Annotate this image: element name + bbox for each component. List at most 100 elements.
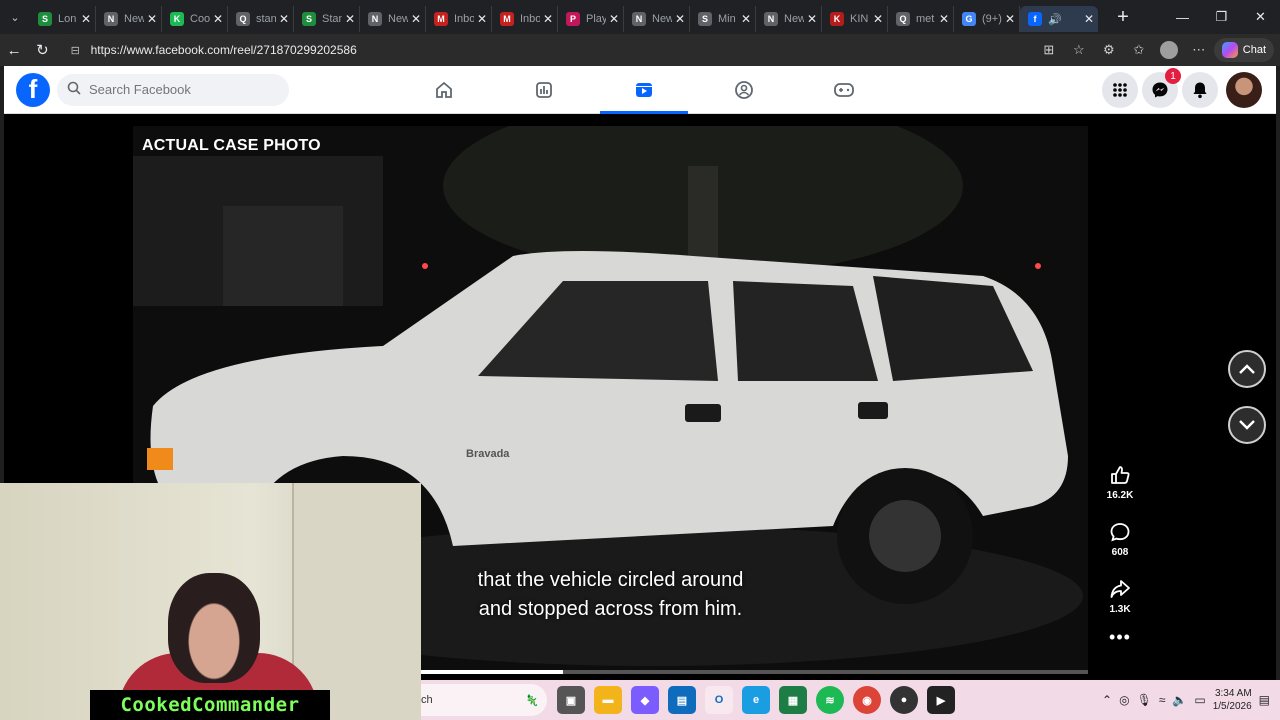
- close-tab-icon[interactable]: ✕: [477, 12, 487, 26]
- browser-tab[interactable]: N New ✕: [360, 6, 426, 32]
- nav-dashboard[interactable]: [494, 66, 594, 114]
- share-action[interactable]: 1.3K: [1107, 576, 1133, 615]
- copilot-chat-button[interactable]: Chat: [1213, 38, 1275, 62]
- favorites-icon[interactable]: ✩: [1124, 35, 1154, 65]
- taskbar-search[interactable]: ch 🦎: [421, 684, 547, 716]
- back-button[interactable]: ←: [0, 35, 28, 65]
- favorite-star-icon[interactable]: ☆: [1064, 35, 1094, 65]
- comment-icon: [1107, 519, 1133, 545]
- close-tab-icon[interactable]: ✕: [1005, 12, 1015, 26]
- volume-icon[interactable]: 🔈: [1172, 693, 1187, 707]
- profile-icon[interactable]: [1154, 35, 1184, 65]
- more-options-icon[interactable]: •••: [1109, 627, 1131, 648]
- minimize-button[interactable]: —: [1163, 0, 1202, 34]
- microphone-icon[interactable]: 🎙: [1137, 693, 1152, 707]
- copilot-app-icon[interactable]: ◆: [631, 686, 659, 714]
- tab-title: Inbo: [454, 13, 474, 25]
- tab-favicon-icon: N: [104, 12, 118, 26]
- store-icon[interactable]: ▤: [668, 686, 696, 714]
- close-tab-icon[interactable]: ✕: [279, 12, 289, 26]
- comment-action[interactable]: 608: [1107, 519, 1133, 558]
- copilot-logo-icon: [1221, 42, 1238, 58]
- media-player-icon[interactable]: ▶: [927, 686, 955, 714]
- tab-favicon-icon: S: [698, 12, 712, 26]
- close-tab-icon[interactable]: ✕: [543, 12, 553, 26]
- next-reel-button[interactable]: [1228, 406, 1266, 444]
- account-avatar[interactable]: [1226, 72, 1262, 108]
- restore-button[interactable]: ❐: [1202, 0, 1241, 34]
- chevron-down-icon: [1239, 420, 1255, 430]
- extensions-icon[interactable]: ⚙: [1094, 35, 1124, 65]
- browser-tab[interactable]: S Min ✕: [690, 6, 756, 32]
- browser-tab[interactable]: N New ✕: [624, 6, 690, 32]
- browser-tab[interactable]: G (9+) ✕: [954, 6, 1020, 32]
- tab-favicon-icon: N: [368, 12, 382, 26]
- browser-tab[interactable]: N New ✕: [756, 6, 822, 32]
- browser-tab[interactable]: K Coo ✕: [162, 6, 228, 32]
- close-tab-icon[interactable]: ✕: [939, 12, 949, 26]
- tab-favicon-icon: K: [170, 12, 184, 26]
- new-tab-button[interactable]: +: [1108, 6, 1138, 29]
- browser-tab[interactable]: Qmet ✕: [888, 6, 954, 32]
- close-tab-icon[interactable]: ✕: [213, 12, 223, 26]
- outlook-icon[interactable]: O: [705, 686, 733, 714]
- tab-active-facebook[interactable]: f 🔊 ✕: [1020, 6, 1098, 32]
- tab-title: KIN: [850, 13, 869, 25]
- browser-tab[interactable]: P Play ✕: [558, 6, 624, 32]
- messenger-button[interactable]: 1: [1142, 68, 1181, 108]
- reload-button[interactable]: ↻: [28, 35, 56, 65]
- url-omnibox[interactable]: ⊟ https://www.facebook.com/reel/27187029…: [62, 37, 1034, 63]
- tray-app-icon[interactable]: ◎: [1119, 693, 1129, 707]
- browser-tab[interactable]: Qstan ✕: [228, 6, 294, 32]
- notifications-button[interactable]: [1182, 72, 1218, 108]
- spotify-icon[interactable]: ≋: [816, 686, 844, 714]
- close-tab-icon[interactable]: ✕: [741, 12, 751, 26]
- taskbar-search-text[interactable]: ch: [421, 694, 433, 706]
- tab-search-menu-icon[interactable]: ⌄: [0, 0, 30, 34]
- close-tab-icon[interactable]: ✕: [81, 12, 91, 26]
- chrome-icon[interactable]: ◉: [853, 686, 881, 714]
- obs-icon[interactable]: ●: [890, 686, 918, 714]
- close-tab-icon[interactable]: ✕: [147, 12, 157, 26]
- tab-favicon-icon: Q: [896, 12, 910, 26]
- browser-tab[interactable]: M Inbo ✕: [492, 6, 558, 32]
- settings-more-icon[interactable]: ⋯: [1184, 35, 1214, 65]
- close-tab-icon[interactable]: ✕: [675, 12, 685, 26]
- nav-gaming[interactable]: [794, 66, 894, 114]
- file-explorer-icon[interactable]: ▬: [594, 686, 622, 714]
- like-action[interactable]: 16.2K: [1107, 462, 1133, 501]
- facebook-search[interactable]: [57, 73, 289, 106]
- vehicle-badge-text: Bravada: [466, 448, 510, 460]
- speaker-icon[interactable]: 🔊: [1048, 13, 1081, 26]
- app-available-icon[interactable]: ⊞: [1034, 35, 1064, 65]
- battery-icon[interactable]: ▭: [1194, 693, 1205, 707]
- site-info-icon[interactable]: ⊟: [71, 44, 85, 57]
- close-tab-icon[interactable]: ✕: [807, 12, 817, 26]
- browser-tab[interactable]: K KIN ✕: [822, 6, 888, 32]
- task-view-icon[interactable]: ▣: [557, 686, 585, 714]
- wifi-icon[interactable]: ≈: [1159, 693, 1166, 707]
- notifications-tray-icon[interactable]: ▤: [1259, 693, 1270, 707]
- nav-groups[interactable]: [694, 66, 794, 114]
- search-input[interactable]: [89, 82, 269, 97]
- previous-reel-button[interactable]: [1228, 350, 1266, 388]
- close-tab-icon[interactable]: ✕: [411, 12, 421, 26]
- close-tab-icon[interactable]: ✕: [609, 12, 619, 26]
- close-tab-icon[interactable]: ✕: [873, 12, 883, 26]
- menu-button[interactable]: [1102, 72, 1138, 108]
- tray-chevron-icon[interactable]: ⌃: [1102, 693, 1112, 707]
- nav-video[interactable]: [594, 66, 694, 114]
- clock[interactable]: 3:34 AM 1/5/2026: [1213, 687, 1252, 713]
- nav-home[interactable]: [394, 66, 494, 114]
- spreadsheet-icon[interactable]: ▦: [779, 686, 807, 714]
- close-tab-icon[interactable]: ✕: [345, 12, 355, 26]
- edge-icon[interactable]: e: [742, 686, 770, 714]
- browser-tab[interactable]: N New ✕: [96, 6, 162, 32]
- browser-tab[interactable]: S Stan✕: [294, 6, 360, 32]
- url-text[interactable]: https://www.facebook.com/reel/2718702992…: [91, 43, 357, 57]
- facebook-logo-icon[interactable]: f: [16, 72, 50, 107]
- close-tab-icon[interactable]: ✕: [1084, 12, 1094, 26]
- browser-tab[interactable]: M Inbo ✕: [426, 6, 492, 32]
- browser-tab[interactable]: S Lon ✕: [30, 6, 96, 32]
- close-window-button[interactable]: ✕: [1241, 0, 1280, 34]
